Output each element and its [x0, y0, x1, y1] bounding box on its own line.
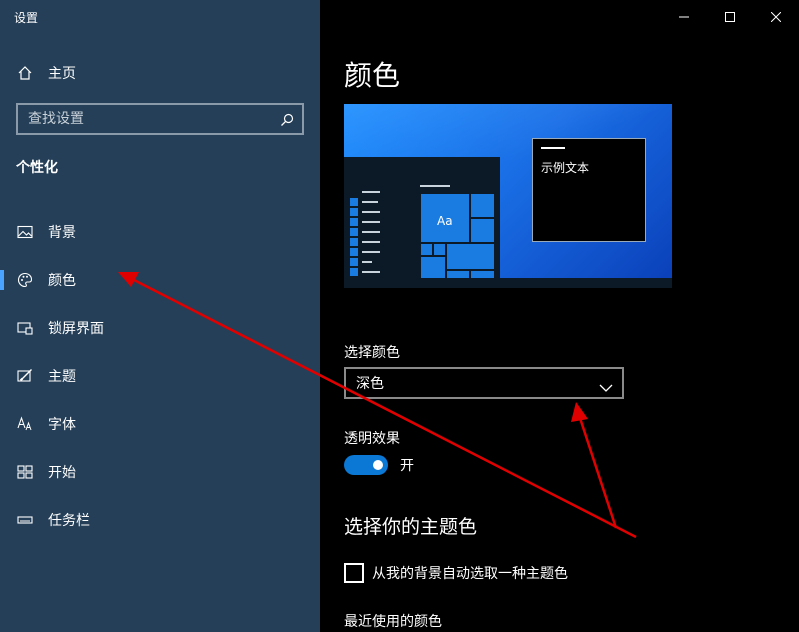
sidebar-item-label: 主题 — [48, 369, 76, 385]
sidebar-item-label: 主页 — [48, 66, 76, 82]
minimize-button[interactable] — [661, 0, 707, 32]
auto-accent-label[interactable]: 从我的背景自动选取一种主题色 — [372, 563, 568, 583]
preview-start-menu: Aa — [344, 157, 500, 279]
minimize-icon — [679, 7, 689, 26]
dropdown-value: 深色 — [356, 376, 384, 392]
preview-tile — [470, 218, 495, 243]
sidebar-item-colors[interactable]: 颜色 — [0, 256, 320, 304]
window-controls — [661, 0, 799, 32]
preview-tiles: Aa — [420, 193, 495, 279]
sidebar-item-background[interactable]: 背景 — [0, 208, 320, 256]
sidebar-nav: 背景 颜色 锁屏界面 主题 字体 开始 任务栏 — [0, 208, 320, 544]
section-title: 个性化 — [16, 160, 58, 176]
auto-accent-row: 从我的背景自动选取一种主题色 — [344, 563, 568, 583]
window-title: 设置 — [14, 11, 39, 25]
sidebar-item-home[interactable]: 主页 — [0, 58, 320, 88]
recent-colors-label: 最近使用的颜色 — [344, 614, 442, 630]
preview-window: 示例文本 — [532, 138, 646, 242]
preview-tile-large: Aa — [420, 193, 470, 243]
sidebar-item-label: 锁屏界面 — [48, 321, 104, 337]
choose-color-dropdown[interactable]: 深色 — [344, 367, 624, 399]
choose-color-label: 选择颜色 — [344, 345, 400, 361]
palette-icon — [17, 272, 33, 288]
preview-sample-text: 示例文本 — [541, 161, 590, 175]
preview-tiles-header — [420, 185, 450, 187]
maximize-icon — [725, 7, 735, 26]
main-panel: 颜色 Aa 示例文本 选择颜色 深色 透明效果 开 选择你的主题色 从我的背景自… — [320, 0, 799, 632]
sidebar-item-label: 颜色 — [48, 273, 76, 289]
toggle-state-label: 开 — [400, 458, 414, 474]
toggle-knob — [373, 460, 383, 470]
sidebar-item-label: 开始 — [48, 465, 76, 481]
close-icon — [770, 7, 782, 26]
picture-icon — [17, 224, 33, 240]
maximize-button[interactable] — [707, 0, 753, 32]
chevron-down-icon — [599, 378, 613, 392]
sidebar-item-lock-screen[interactable]: 锁屏界面 — [0, 304, 320, 352]
transparency-toggle[interactable] — [344, 455, 388, 475]
preview-tile — [420, 256, 446, 279]
preview-tile-label: Aa — [437, 214, 453, 228]
sidebar-item-fonts[interactable]: 字体 — [0, 400, 320, 448]
search-box[interactable] — [16, 103, 304, 135]
home-icon — [17, 65, 33, 81]
lock-screen-icon — [17, 320, 33, 336]
theme-brush-icon — [17, 368, 33, 384]
transparency-toggle-row: 开 — [344, 455, 414, 475]
start-grid-icon — [17, 464, 33, 480]
search-input[interactable] — [28, 111, 273, 127]
sidebar-item-start[interactable]: 开始 — [0, 448, 320, 496]
page-title: 颜色 — [344, 59, 401, 92]
sidebar-item-taskbar[interactable]: 任务栏 — [0, 496, 320, 544]
accent-color-title: 选择你的主题色 — [344, 516, 478, 538]
preview-app-list — [350, 187, 380, 277]
preview-tile — [420, 243, 433, 256]
taskbar-icon — [17, 512, 33, 528]
preview-taskbar — [344, 278, 672, 288]
color-preview: Aa 示例文本 — [344, 104, 672, 288]
preview-tile — [446, 243, 495, 270]
preview-tile — [470, 193, 495, 218]
sidebar-item-label: 背景 — [48, 225, 76, 241]
sidebar-item-themes[interactable]: 主题 — [0, 352, 320, 400]
transparency-label: 透明效果 — [344, 431, 400, 447]
preview-tile — [433, 243, 446, 256]
auto-accent-checkbox[interactable] — [344, 563, 364, 583]
sidebar-item-label: 字体 — [48, 417, 76, 433]
sidebar-item-label: 任务栏 — [48, 513, 90, 529]
sidebar: 设置 主页 个性化 背景 颜色 锁屏界面 — [0, 0, 320, 632]
search-icon[interactable] — [280, 112, 294, 126]
close-button[interactable] — [753, 0, 799, 32]
preview-window-titlebar — [541, 147, 565, 149]
font-icon — [17, 416, 33, 432]
